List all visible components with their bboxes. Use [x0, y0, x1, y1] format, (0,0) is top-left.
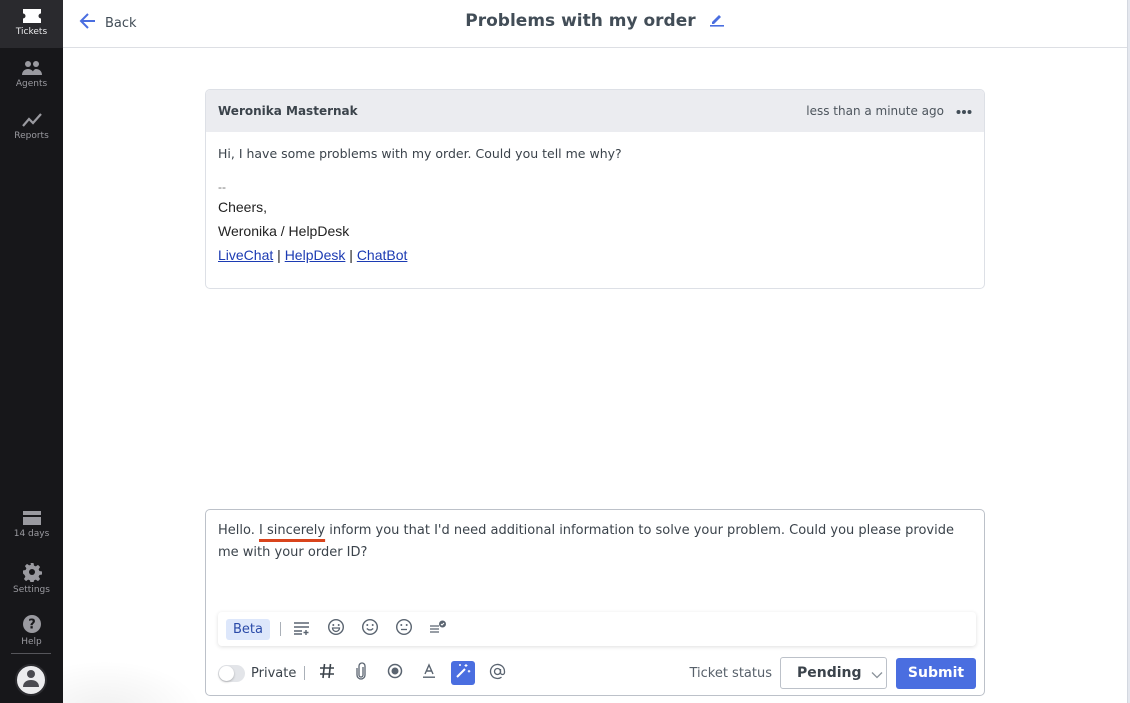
link-separator: |: [349, 247, 353, 263]
ticket-message: Weronika Masternak less than a minute ag…: [205, 89, 985, 289]
ticket-header: Back Problems with my order: [63, 0, 1127, 48]
title-wrap: Problems with my order: [63, 10, 1127, 31]
sidebar-item-label: Tickets: [15, 27, 48, 37]
more-horizontal-icon: [956, 103, 972, 119]
friendly-tone-icon: [327, 618, 345, 640]
sidebar-divider: [11, 653, 51, 654]
helpdesk-app: Tickets Agents Reports 14 days Settings: [0, 0, 1130, 703]
toolbar-divider: [279, 622, 281, 636]
composer-bottom-bar: Private Ticket status Pending Submit: [218, 656, 976, 690]
reply-input[interactable]: Hello. I sincerely inform you that I'd n…: [218, 520, 968, 564]
private-label: Private: [251, 665, 297, 681]
message-signature: -- Cheers, Weronika / HelpDesk LiveChat …: [218, 179, 972, 267]
user-avatar-icon: [22, 669, 40, 691]
signature-greeting: Cheers,: [218, 199, 268, 215]
sidebar: Tickets Agents Reports 14 days Settings: [0, 0, 63, 703]
ai-magic-wand-button[interactable]: [451, 661, 476, 685]
record-icon: [387, 663, 403, 683]
smile-tone-button[interactable]: [359, 618, 381, 640]
expand-text-button[interactable]: [291, 618, 313, 640]
private-toggle[interactable]: [218, 664, 245, 682]
signature-dash: --: [218, 180, 226, 194]
background-shade: [63, 660, 203, 703]
ticket-status-value: Pending: [797, 665, 862, 681]
message-body: Hi, I have some problems with my order. …: [206, 132, 984, 281]
message-time: less than a minute ago: [806, 104, 944, 118]
trial-card-icon: [22, 510, 42, 526]
hashtag-icon: [319, 663, 335, 683]
sidebar-item-help[interactable]: ? Help: [0, 606, 63, 654]
beta-badge: Beta: [226, 618, 270, 640]
mention-icon: [489, 663, 506, 684]
attachment-button[interactable]: [349, 661, 373, 685]
sidebar-item-trial[interactable]: 14 days: [0, 502, 63, 550]
sidebar-item-label: Agents: [15, 79, 48, 89]
sidebar-item-agents[interactable]: Agents: [0, 52, 63, 100]
link-livechat[interactable]: LiveChat: [218, 247, 273, 263]
message-header: Weronika Masternak less than a minute ag…: [206, 90, 984, 132]
ticket-icon: [22, 8, 42, 24]
proofread-icon: [429, 619, 447, 639]
friendly-tone-button[interactable]: [325, 618, 347, 640]
message-author: Weronika Masternak: [218, 104, 358, 118]
message-text: Hi, I have some problems with my order. …: [218, 146, 622, 161]
record-button[interactable]: [383, 661, 407, 685]
hashtag-button[interactable]: [315, 661, 339, 685]
ticket-status-select[interactable]: Pending: [780, 657, 887, 689]
pencil-icon: [709, 12, 725, 31]
ticket-status-label: Ticket status: [689, 665, 772, 681]
submit-button[interactable]: Submit: [896, 657, 976, 689]
reply-composer: Hello. I sincerely inform you that I'd n…: [205, 509, 985, 696]
signature-name: Weronika / HelpDesk: [218, 223, 350, 239]
mention-button[interactable]: [485, 661, 509, 685]
avatar[interactable]: [15, 664, 47, 696]
text-format-button[interactable]: [417, 661, 441, 685]
proofread-button[interactable]: [427, 618, 449, 640]
chevron-down-icon: [862, 664, 883, 683]
agents-icon: [21, 60, 43, 76]
reply-text-start: Hello.: [218, 523, 259, 538]
ai-magic-wand-icon: [454, 662, 472, 684]
edit-title-button[interactable]: [709, 11, 725, 31]
sidebar-item-tickets[interactable]: Tickets: [0, 0, 63, 48]
more-options-button[interactable]: [956, 103, 972, 119]
sidebar-item-settings[interactable]: Settings: [0, 554, 63, 602]
sidebar-item-reports[interactable]: Reports: [0, 104, 63, 152]
neutral-tone-icon: [395, 618, 413, 640]
gear-icon: [22, 562, 42, 582]
reply-text-end: inform you that I'd need additional info…: [218, 523, 954, 560]
text-format-icon: [421, 663, 437, 683]
signature-links: LiveChat | HelpDesk | ChatBot: [218, 243, 972, 267]
sidebar-item-label: 14 days: [13, 529, 50, 539]
reports-icon: [21, 112, 43, 128]
ai-assist-toolbar: Beta: [218, 612, 976, 646]
link-chatbot[interactable]: ChatBot: [357, 247, 408, 263]
spellcheck-flagged-text[interactable]: I sincerely: [259, 523, 325, 538]
smile-tone-icon: [361, 618, 379, 640]
page-title: Problems with my order: [465, 10, 696, 31]
sidebar-item-label: Help: [21, 637, 42, 647]
attachment-icon: [355, 662, 367, 684]
sidebar-item-label: Settings: [13, 585, 50, 595]
expand-text-icon: [293, 620, 311, 639]
link-helpdesk[interactable]: HelpDesk: [285, 247, 346, 263]
sidebar-item-label: Reports: [14, 131, 49, 141]
link-separator: |: [277, 247, 281, 263]
neutral-tone-button[interactable]: [393, 618, 415, 640]
svg-text:?: ?: [28, 618, 36, 633]
toolbar-divider: [304, 666, 306, 680]
help-icon: ?: [22, 614, 42, 634]
